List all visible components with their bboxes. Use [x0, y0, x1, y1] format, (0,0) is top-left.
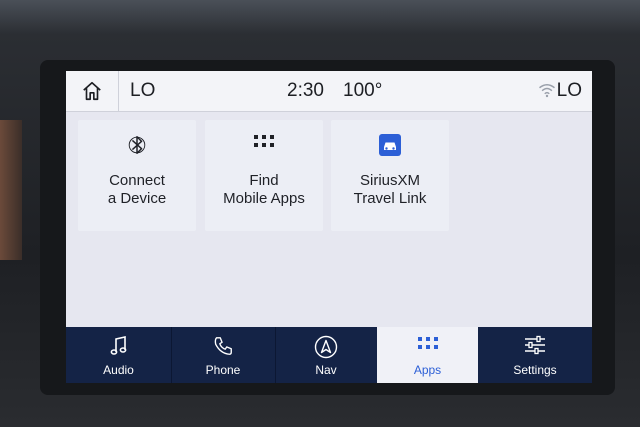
infotainment-screen: LO 2:30 100° LO Connect a Device Find Mo…: [66, 71, 592, 383]
apps-grid-icon: [417, 337, 438, 349]
clock: 2:30: [287, 80, 324, 101]
music-note-icon: [110, 336, 126, 355]
tile-label: Mobile Apps: [223, 190, 305, 207]
nav-phone[interactable]: Phone: [171, 327, 276, 383]
tile-label: Find: [249, 172, 279, 189]
car-icon: [379, 134, 401, 156]
nav-label: Settings: [513, 363, 557, 377]
bluetooth-icon: [128, 136, 146, 154]
nav-label: Phone: [205, 363, 241, 377]
outside-temperature: 100°: [343, 80, 383, 101]
nav-settings[interactable]: Settings: [478, 327, 592, 383]
nav-label: Apps: [413, 363, 442, 377]
phone-icon: [214, 337, 232, 355]
siriusxm-travel-link-tile[interactable]: SiriusXM Travel Link: [331, 120, 449, 231]
nav-label: Nav: [315, 363, 337, 377]
navigation-icon: [314, 335, 338, 359]
find-mobile-apps-tile[interactable]: Find Mobile Apps: [205, 120, 323, 231]
dash-trim: [0, 120, 22, 260]
home-icon: [83, 81, 101, 101]
tile-label: Connect: [109, 172, 165, 189]
tile-label: a Device: [107, 190, 167, 207]
nav-label: Audio: [103, 363, 134, 377]
nav-audio[interactable]: Audio: [66, 327, 172, 383]
grid-icon: [254, 135, 274, 147]
bottom-nav-bar: Audio Phone Nav Apps Settings: [66, 327, 592, 383]
passenger-climate-temp[interactable]: LO: [557, 80, 582, 102]
driver-climate-temp[interactable]: LO: [130, 80, 155, 102]
tile-label: SiriusXM: [359, 172, 420, 189]
nav-navigation[interactable]: Nav: [275, 327, 378, 383]
status-bar: LO 2:30 100° LO: [66, 71, 592, 112]
nav-apps[interactable]: Apps: [377, 327, 478, 383]
tile-label: Travel Link: [353, 190, 427, 207]
connect-device-tile[interactable]: Connect a Device: [78, 120, 196, 231]
apps-grid: Connect a Device Find Mobile Apps Sirius…: [66, 112, 592, 327]
wifi-icon: [539, 84, 555, 98]
home-button[interactable]: [66, 71, 119, 111]
sliders-icon: [525, 335, 545, 355]
